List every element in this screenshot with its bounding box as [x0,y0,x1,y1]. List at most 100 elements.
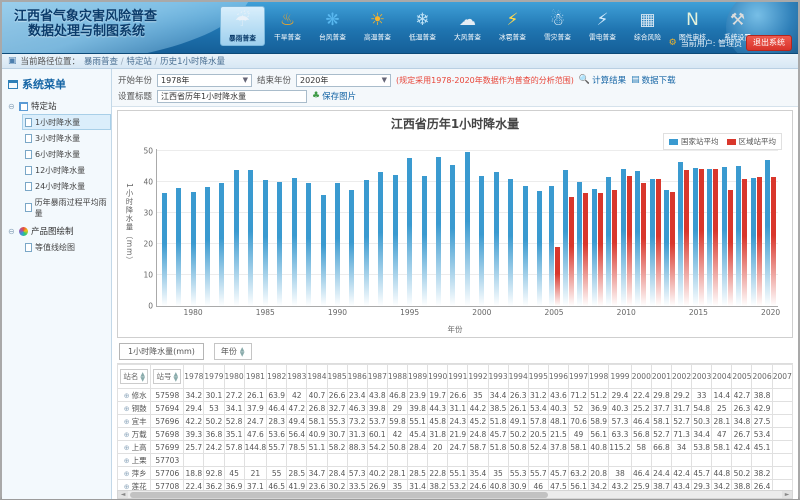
table-row-57598[interactable]: ⊕修水5759834.230.127.226.163.94240.726.623… [118,389,793,402]
year-column-header[interactable]: 1984 [307,365,327,389]
value-cell: 49.1 [508,415,528,428]
row-expand-icon[interactable]: ⊕ [124,470,130,478]
year-sort-button[interactable]: 年份 ▲▼ [214,343,252,360]
scroll-right-arrow[interactable]: ► [782,491,792,498]
year-column-header[interactable]: 1999 [609,365,631,389]
calc-result-button[interactable]: 🔍 计算结果 [579,74,626,86]
x-tick-label: 2010 [617,306,636,317]
value-cell: 28.4 [327,467,347,480]
horizontal-scrollbar[interactable]: ◄ ► [117,490,793,499]
value-cell: 58.7 [468,441,488,454]
toolbar-item-drought[interactable]: ♨干旱普查 [265,6,310,46]
year-column-header[interactable]: 1982 [267,365,287,389]
sidebar-item-0-1[interactable]: 3小时降水量 [22,130,111,146]
toolbar-item-typhoon[interactable]: ❋台风普查 [310,6,355,46]
year-column-header[interactable]: 1980 [224,365,244,389]
year-column-header[interactable]: 1983 [287,365,307,389]
year-column-header[interactable]: 2006 [752,365,772,389]
year-column-header[interactable]: 1989 [408,365,428,389]
sidebar-item-0-2[interactable]: 6小时降水量 [22,146,111,162]
x-tick-label: 2005 [544,306,563,317]
year-column-header[interactable]: 1995 [528,365,548,389]
row-expand-icon[interactable]: ⊕ [124,405,130,413]
save-image-button[interactable]: ♣ 保存图片 [312,90,356,102]
row-expand-icon[interactable]: ⊕ [124,392,130,400]
year-column-header[interactable]: 1988 [387,365,407,389]
year-column-header[interactable]: 2001 [651,365,671,389]
scrollbar-thumb[interactable] [130,492,548,498]
tree-toggle-icon[interactable]: ⊖ [8,102,16,111]
breadcrumb-link[interactable]: 特定站 [126,57,152,67]
data-download-button[interactable]: ▤ 数据下载 [631,74,676,86]
column-header-sort[interactable]: 站名▲▼ [118,365,151,389]
value-cell [651,454,671,467]
year-column-header[interactable]: 1991 [448,365,468,389]
bar-regional-2008 [598,193,603,306]
sidebar-group-1[interactable]: ⊖产品图绘制 [8,223,111,239]
year-column-header[interactable]: 1985 [327,365,347,389]
table-row-57699[interactable]: ⊕上高5769925.724.257.8144.855.778.551.158.… [118,441,793,454]
value-cell: 23.9 [408,389,428,402]
year-column-header[interactable]: 2003 [692,365,712,389]
row-expand-icon[interactable]: ⊕ [124,418,130,426]
year-column-header[interactable]: 1979 [204,365,224,389]
year-column-header[interactable]: 2004 [712,365,732,389]
year-column-header[interactable]: 1992 [468,365,488,389]
end-year-select[interactable]: 2020年▼ [296,74,391,87]
sidebar-item-0-3[interactable]: 12小时降水量 [22,162,111,178]
sidebar-item-0-0[interactable]: 1小时降水量 [22,114,111,130]
sidebar: 系统菜单 ⊖特定站1小时降水量3小时降水量6小时降水量12小时降水量24小时降水… [2,69,112,499]
tree-toggle-icon[interactable]: ⊖ [8,227,16,236]
value-cell [224,454,244,467]
scroll-left-arrow[interactable]: ◄ [118,491,128,498]
breadcrumb-link[interactable]: 历史1小时降水量 [160,57,225,67]
logout-button[interactable]: 退出系统 [746,35,792,51]
year-column-header[interactable]: 2000 [631,365,651,389]
toolbar-item-low-temp[interactable]: ❄低温普查 [400,6,445,46]
sidebar-item-0-5[interactable]: 历年暴雨过程平均雨量 [22,194,111,221]
year-column-header[interactable]: 1987 [367,365,387,389]
year-column-header[interactable]: 2002 [671,365,691,389]
toolbar-item-hail[interactable]: ⚡冰雹普查 [490,6,535,46]
toolbar-item-label: 低温普查 [403,33,442,43]
year-column-header[interactable]: 1996 [548,365,568,389]
table-controls: 1小时降水量(mm) 年份 ▲▼ [117,340,793,363]
toolbar-item-high-temp[interactable]: ☀高温普查 [355,6,400,46]
sidebar-group-0[interactable]: ⊖特定站 [8,98,111,114]
sidebar-item-label: 历年暴雨过程平均雨量 [35,197,108,219]
toolbar-item-wind[interactable]: ☁大风普查 [445,6,490,46]
row-expand-icon[interactable]: ⊕ [124,444,130,452]
breadcrumb-link[interactable]: 暴雨普查 [84,57,118,67]
table-row-57706[interactable]: ⊕萍乡5770618.892.845215528.534.728.457.340… [118,467,793,480]
bar-regional-2010 [627,176,632,306]
year-column-header[interactable]: 1990 [428,365,448,389]
toolbar-item-lightning[interactable]: ⚡雷电普查 [580,6,625,46]
table-row-57703[interactable]: ⊕上栗57703 [118,454,793,467]
year-column-header[interactable]: 1997 [569,365,589,389]
start-year-select[interactable]: 1978年▼ [157,74,252,87]
year-column-header[interactable]: 1981 [244,365,266,389]
year-column-header[interactable]: 1994 [508,365,528,389]
row-expand-icon[interactable]: ⊕ [124,431,130,439]
column-header-sort[interactable]: 站号▲▼ [151,365,184,389]
year-column-header[interactable]: 1978 [184,365,204,389]
year-column-header[interactable]: 1998 [589,365,609,389]
value-cell: 45.1 [752,441,772,454]
sidebar-item-0-4[interactable]: 24小时降水量 [22,178,111,194]
row-expand-icon[interactable]: ⊕ [124,457,130,465]
year-column-header[interactable]: 2005 [732,365,752,389]
year-column-header[interactable]: 1993 [488,365,508,389]
toolbar-item-calculator[interactable]: ▦综合风险 [625,6,670,46]
sort-arrows-icon: ▲▼ [240,347,245,357]
toolbar-item-rainstorm[interactable]: ☔暴雨普查 [220,6,265,46]
table-row-57696[interactable]: ⊕宜丰5769642.250.252.824.728.349.458.155.3… [118,415,793,428]
table-row-57698[interactable]: ⊕万载5769839.336.835.147.653.656.440.930.7… [118,428,793,441]
year-column-header[interactable]: 2007 [772,365,792,389]
chart-title-input[interactable]: 江西省历年1小时降水量 [157,90,307,103]
toolbar-item-snow[interactable]: ☃雪灾普查 [535,6,580,46]
y-tick-label: 20 [143,239,157,248]
year-column-header[interactable]: 1986 [347,365,367,389]
year-slot-2010: 2010 [619,169,633,306]
sidebar-item-1-0[interactable]: 等值线绘图 [22,239,111,255]
table-row-57694[interactable]: ⊕铜鼓5769429.45334.137.946.447.226.832.746… [118,402,793,415]
